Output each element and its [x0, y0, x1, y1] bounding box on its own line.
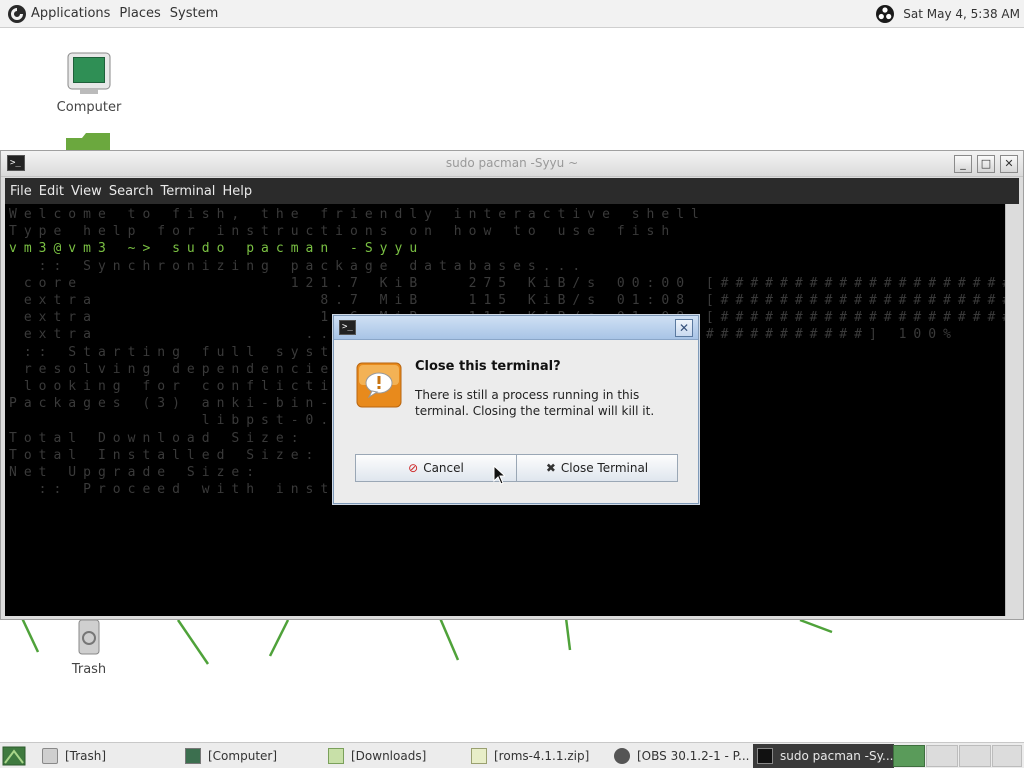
clock[interactable]: Sat May 4, 5:38 AM — [903, 7, 1020, 21]
dialog-message: There is still a process running in this… — [415, 388, 655, 418]
cancel-button-label: Cancel — [423, 461, 464, 475]
close-terminal-button[interactable]: ✖ Close Terminal — [516, 454, 678, 482]
menu-edit[interactable]: Edit — [39, 184, 64, 199]
menu-file[interactable]: File — [10, 184, 32, 199]
task-label: [roms-4.1.1.zip] — [494, 748, 590, 763]
menu-search[interactable]: Search — [109, 184, 154, 199]
dialog-heading: Close this terminal? — [415, 359, 561, 374]
workspace-2[interactable] — [926, 745, 958, 767]
top-panel: Applications Places System Sat May 4, 5:… — [0, 0, 1024, 28]
obs-tray-icon[interactable] — [875, 4, 895, 24]
task-computer[interactable]: [Computer] — [181, 744, 324, 768]
warning-icon — [356, 362, 402, 408]
terminal-line: extra 8.7 MiB 115 KiB/s 01:08 [#########… — [23, 293, 1005, 309]
trash-icon — [42, 747, 58, 764]
folder-icon — [328, 747, 344, 764]
bottom-taskbar: [Trash] [Computer] [Downloads] [roms-4.1… — [0, 742, 1024, 768]
menu-view[interactable]: View — [71, 184, 102, 199]
terminal-line: core 121.7 KiB 275 KiB/s 00:00 [########… — [23, 275, 1005, 291]
cancel-icon: ⊘ — [408, 461, 419, 475]
menu-help[interactable]: Help — [222, 184, 252, 199]
terminal-title: sudo pacman -Syyu ~ — [445, 156, 579, 170]
task-label: [OBS 30.1.2-1 - P... — [637, 748, 750, 763]
computer-icon — [185, 747, 201, 764]
obs-icon — [614, 747, 630, 764]
minimize-button[interactable]: _ — [954, 155, 972, 173]
mouse-pointer-icon — [493, 465, 505, 485]
terminal-line: Type help for instructions on how to use… — [9, 224, 677, 240]
workspace-3[interactable] — [959, 745, 991, 767]
workspace-4[interactable] — [992, 745, 1022, 767]
folder-icon[interactable] — [66, 132, 110, 152]
menu-terminal[interactable]: Terminal — [160, 184, 215, 199]
terminal-line: Welcome to fish, the friendly interactiv… — [9, 207, 706, 222]
terminal-titlebar[interactable]: >_ sudo pacman -Syyu ~ _ □ ✕ — [1, 151, 1023, 177]
maximize-button[interactable]: □ — [977, 155, 995, 173]
task-roms-zip[interactable]: [roms-4.1.1.zip] — [467, 744, 610, 768]
terminal-menubar: File Edit View Search Terminal Help — [5, 178, 1019, 204]
applications-menu[interactable]: Applications — [31, 6, 110, 21]
task-label: [Downloads] — [351, 748, 427, 763]
terminal-line: :: Synchronizing package databases... — [9, 258, 588, 274]
computer-icon — [67, 52, 111, 94]
task-terminal[interactable]: sudo pacman -Sy... — [753, 743, 894, 768]
close-icon: ✖ — [545, 461, 556, 475]
distro-logo-icon[interactable] — [7, 4, 27, 24]
workspace-1[interactable] — [893, 745, 925, 767]
dialog-close-button[interactable]: ✕ — [675, 319, 693, 337]
wallpaper-lines — [20, 617, 833, 665]
show-desktop-icon[interactable] — [2, 745, 26, 767]
close-window-button[interactable]: ✕ — [1000, 155, 1018, 173]
terminal-line: vm3@vm3 ~> sudo pacman -Syyu — [9, 241, 425, 257]
archive-icon — [471, 747, 487, 764]
task-label: [Trash] — [65, 748, 107, 763]
task-obs[interactable]: [OBS 30.1.2-1 - P... — [610, 744, 753, 768]
task-trash[interactable]: [Trash] — [38, 744, 181, 768]
task-label: [Computer] — [208, 748, 278, 763]
desktop-icon-computer[interactable]: Computer — [52, 52, 126, 115]
task-label: sudo pacman -Sy... — [780, 748, 894, 763]
close-terminal-button-label: Close Terminal — [560, 461, 649, 475]
close-terminal-dialog: >_ ✕ Close this terminal? There is still… — [333, 315, 699, 504]
system-menu[interactable]: System — [170, 6, 218, 21]
desktop-icon-label: Computer — [56, 100, 122, 115]
dialog-titlebar[interactable]: >_ ✕ — [334, 316, 698, 340]
terminal-app-icon: >_ — [339, 320, 356, 335]
terminal-scrollbar[interactable] — [1005, 204, 1019, 616]
places-menu[interactable]: Places — [119, 6, 160, 21]
task-downloads[interactable]: [Downloads] — [324, 744, 467, 768]
terminal-icon — [757, 747, 773, 764]
